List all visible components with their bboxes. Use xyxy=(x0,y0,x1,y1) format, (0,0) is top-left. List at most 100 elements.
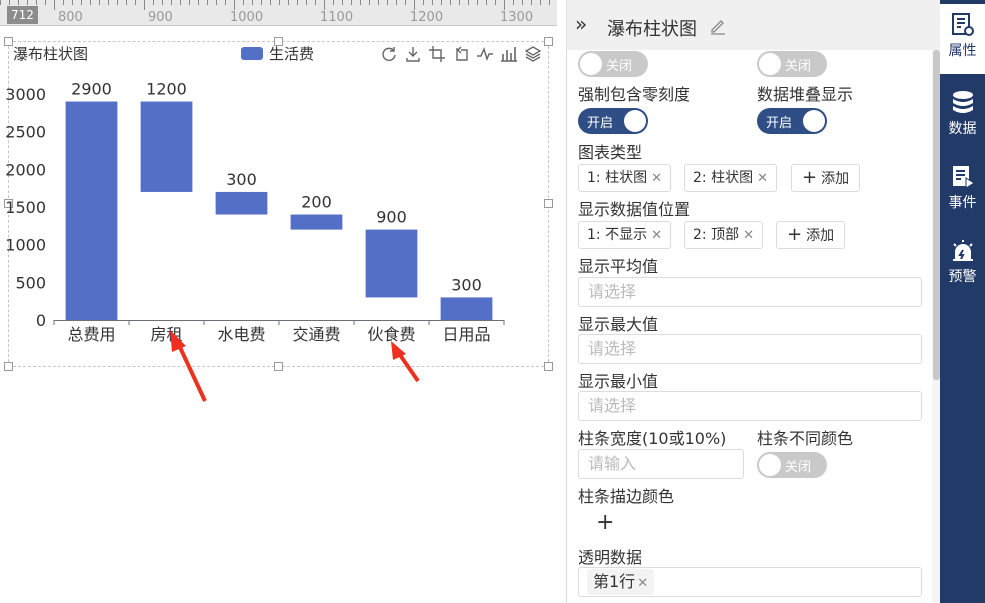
add-chart-type-button[interactable]: + 添加 xyxy=(791,164,861,192)
bar-width-input[interactable]: 请输入 xyxy=(578,449,744,479)
chart-type-tag[interactable]: 1: 柱状图 ✕ xyxy=(578,164,671,192)
include-zero-toggle[interactable]: 开启 xyxy=(578,108,648,134)
horizontal-ruler: 712 800 900 1000 1100 1200 1300 xyxy=(0,0,557,26)
ruler-label: 1000 xyxy=(230,10,264,25)
ruler-tick xyxy=(225,0,226,5)
sidebar-item-properties[interactable]: 属性 xyxy=(940,4,985,74)
toggle-state-label: 关闭 xyxy=(785,59,812,74)
add-label: 添加 xyxy=(821,171,850,187)
plus-icon: + xyxy=(802,167,818,188)
show-average-select[interactable]: 请选择 xyxy=(578,277,922,307)
ruler-tick xyxy=(144,0,145,10)
sidebar-item-events[interactable]: 事件 xyxy=(940,156,985,226)
chart-bar xyxy=(215,191,268,215)
stack-display-toggle[interactable]: 开启 xyxy=(757,108,827,134)
sidebar-item-data[interactable]: 数据 xyxy=(940,82,985,152)
ruler-tick xyxy=(63,0,64,5)
right-sidebar: 属性 数据 事件 预警 xyxy=(940,0,985,603)
stack-icon[interactable] xyxy=(524,45,542,63)
chart-title: 瀑布柱状图 xyxy=(13,45,89,63)
collapse-panel-button[interactable]: » xyxy=(575,14,587,34)
ruler-label: 900 xyxy=(148,10,173,25)
y-tick-label: 1000 xyxy=(5,236,46,255)
properties-icon xyxy=(951,13,974,36)
panel-header: » 瀑布柱状图 xyxy=(567,0,941,50)
transparent-row-tag[interactable]: 第1行 ✕ xyxy=(587,569,655,595)
ruler-tick xyxy=(216,0,217,5)
panel-scrollbar-thumb[interactable] xyxy=(933,50,940,380)
ruler-tick xyxy=(117,0,118,5)
refresh-icon[interactable] xyxy=(380,45,398,63)
data-label: 1200 xyxy=(146,80,187,99)
ruler-tick xyxy=(27,0,28,5)
ruler-tick xyxy=(378,0,379,5)
ruler-label: 1100 xyxy=(320,10,354,25)
resize-handle[interactable] xyxy=(544,37,553,46)
tag-text: 2: 顶部 xyxy=(693,227,740,243)
ruler-tick xyxy=(207,0,208,5)
sidebar-item-label: 预警 xyxy=(948,269,977,285)
ruler-tick xyxy=(0,0,1,5)
y-tick-label: 1500 xyxy=(5,198,46,217)
tag-text: 1: 柱状图 xyxy=(587,170,648,186)
ruler-tick xyxy=(531,0,532,5)
add-border-color-button[interactable]: + xyxy=(596,510,614,535)
show-max-select[interactable]: 请选择 xyxy=(578,334,922,364)
alarm-icon xyxy=(952,240,973,261)
ruler-tick xyxy=(513,0,514,5)
ruler-tick xyxy=(486,0,487,5)
ruler-tick xyxy=(468,0,469,5)
download-icon[interactable] xyxy=(404,45,422,63)
ruler-tick xyxy=(450,0,451,5)
plus-icon: + xyxy=(787,224,803,245)
sidebar-item-label: 数据 xyxy=(948,121,977,137)
bar-colors-toggle[interactable]: 关闭 xyxy=(757,452,827,478)
ruler-tick xyxy=(477,0,478,5)
value-position-tag[interactable]: 2: 顶部 ✕ xyxy=(684,221,763,249)
x-tick-label: 水电费 xyxy=(217,325,265,344)
toggle-switch[interactable]: 关闭 xyxy=(757,51,827,77)
edit-icon[interactable] xyxy=(709,17,727,35)
bar-chart-icon[interactable] xyxy=(500,45,518,63)
remove-tag-icon[interactable]: ✕ xyxy=(651,228,662,243)
ruler-tick xyxy=(270,0,271,5)
chart-type-label: 图表类型 xyxy=(578,143,643,162)
chart-legend[interactable]: 生活费 xyxy=(241,43,314,64)
resize-handle[interactable] xyxy=(4,37,13,46)
x-tick-label: 日用品 xyxy=(442,325,490,344)
resize-handle[interactable] xyxy=(544,362,553,371)
tag-text: 2: 柱状图 xyxy=(693,170,754,186)
stack-display-label: 数据堆叠显示 xyxy=(757,85,854,104)
chart-bars xyxy=(65,101,493,321)
chart-bar xyxy=(290,214,343,230)
chart-type-tag[interactable]: 2: 柱状图 ✕ xyxy=(684,164,777,192)
show-min-label: 显示最小值 xyxy=(578,372,659,391)
remove-tag-icon[interactable]: ✕ xyxy=(757,171,768,186)
remove-tag-icon[interactable]: ✕ xyxy=(637,576,648,591)
value-position-tag[interactable]: 1: 不显示 ✕ xyxy=(578,221,671,249)
toggle-switch[interactable]: 关闭 xyxy=(578,51,648,77)
show-max-label: 显示最大值 xyxy=(578,315,659,334)
ruler-tick xyxy=(414,0,415,10)
transparent-data-label: 透明数据 xyxy=(578,548,643,567)
ruler-position-label: 712 xyxy=(7,6,38,24)
crop-reset-icon[interactable] xyxy=(452,45,470,63)
remove-tag-icon[interactable]: ✕ xyxy=(743,228,754,243)
add-value-position-button[interactable]: + 添加 xyxy=(776,221,846,249)
resize-handle[interactable] xyxy=(274,362,283,371)
sidebar-item-label: 属性 xyxy=(948,43,977,59)
sidebar-item-alarm[interactable]: 预警 xyxy=(940,230,985,300)
bar-border-color-label: 柱条描边颜色 xyxy=(578,487,675,506)
tag-text: 1: 不显示 xyxy=(587,227,648,243)
crop-icon[interactable] xyxy=(428,45,446,63)
sidebar-item-label: 事件 xyxy=(948,195,977,211)
value-position-label: 显示数据值位置 xyxy=(578,200,691,219)
show-min-select[interactable]: 请选择 xyxy=(578,391,922,421)
line-chart-icon[interactable] xyxy=(476,45,494,63)
ruler-tick xyxy=(432,0,433,5)
resize-handle[interactable] xyxy=(4,362,13,371)
data-label: 2900 xyxy=(71,80,112,99)
ruler-tick xyxy=(279,0,280,5)
toggle-knob xyxy=(803,110,825,132)
remove-tag-icon[interactable]: ✕ xyxy=(651,171,662,186)
